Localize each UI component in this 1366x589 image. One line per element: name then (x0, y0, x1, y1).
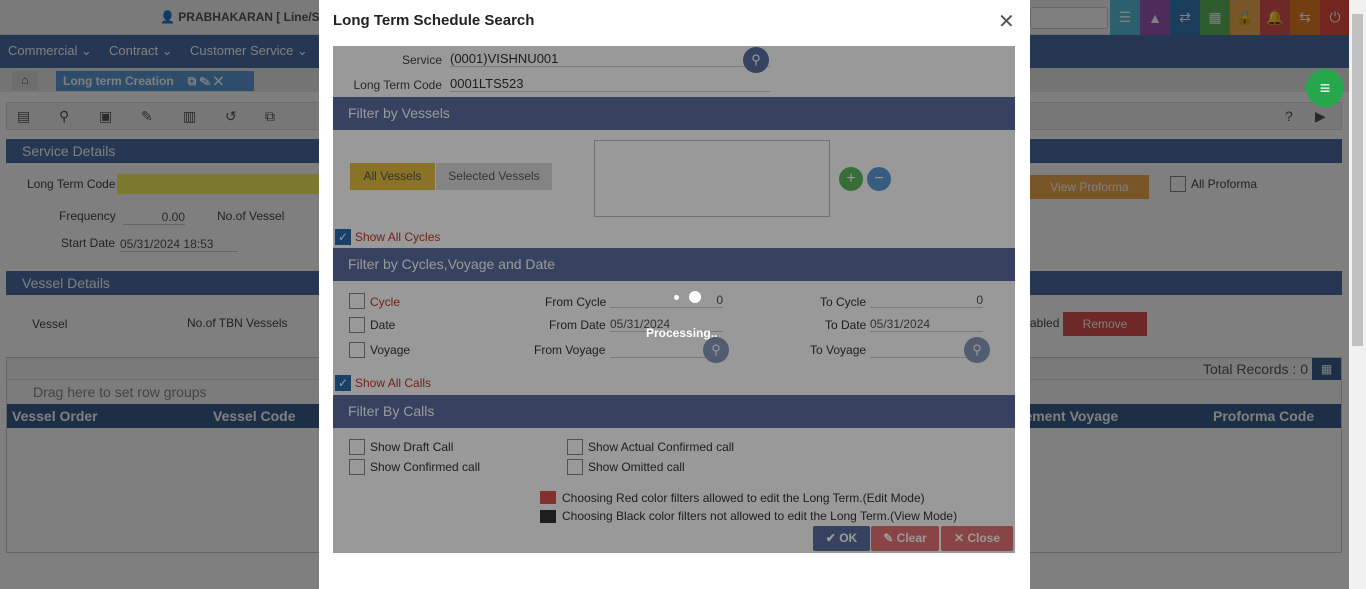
processing-text: Processing.. (646, 326, 718, 340)
page-scrollbar[interactable] (1349, 0, 1366, 589)
spinner-dot-large (689, 291, 701, 303)
spinner-dot-small (674, 295, 679, 300)
long-term-schedule-search-modal: Long Term Schedule Search ✕ Service (000… (319, 0, 1030, 589)
modal-title: Long Term Schedule Search (333, 12, 535, 29)
floating-menu-button[interactable]: ≡ (1306, 69, 1344, 107)
close-icon[interactable]: ✕ (998, 9, 1015, 34)
scrollbar-thumb[interactable] (1352, 14, 1363, 346)
